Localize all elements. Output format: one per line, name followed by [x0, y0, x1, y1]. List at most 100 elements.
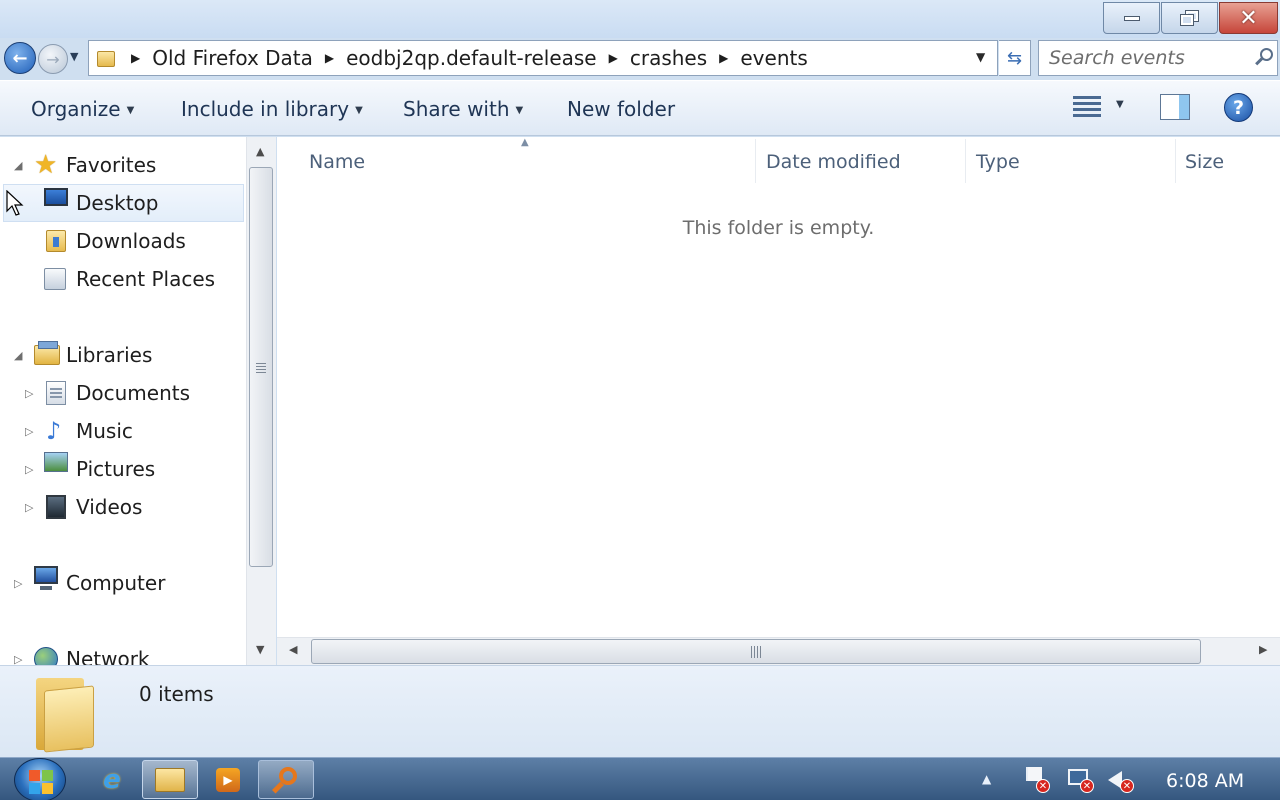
scroll-right-icon[interactable]: ▶ — [1259, 643, 1267, 656]
column-header-name[interactable]: Name — [309, 151, 365, 173]
column-divider[interactable] — [965, 139, 966, 183]
back-arrow-icon: ← — [12, 47, 28, 69]
search-box[interactable] — [1038, 40, 1278, 76]
libraries-icon — [34, 341, 60, 365]
refresh-button[interactable]: ⇆ — [999, 40, 1031, 76]
recent-pages-dropdown[interactable]: ▼ — [70, 50, 78, 63]
nav-item-pictures[interactable]: ▷ Pictures — [0, 450, 246, 488]
scroll-left-icon[interactable]: ◀ — [289, 643, 297, 656]
expand-arrow-icon[interactable]: ▷ — [25, 463, 33, 476]
details-pane: 0 items — [0, 665, 1280, 757]
show-hidden-icons-icon[interactable]: ▲ — [982, 772, 991, 786]
nav-item-network[interactable]: ▷ Network — [0, 640, 246, 665]
refresh-icon: ⇆ — [1006, 47, 1023, 69]
start-button[interactable] — [14, 758, 66, 800]
column-header-type[interactable]: Type — [976, 151, 1020, 173]
nav-label: Videos — [76, 495, 143, 519]
nav-label: Pictures — [76, 457, 156, 481]
chevron-down-icon: ▼ — [355, 105, 363, 116]
column-divider[interactable] — [755, 139, 756, 183]
nav-label: Recent Places — [76, 267, 216, 291]
share-with-label: Share with — [403, 97, 510, 121]
breadcrumb-separator-icon[interactable]: ▶ — [131, 51, 140, 65]
breadcrumb-crashes[interactable]: crashes — [630, 46, 707, 70]
column-header-date-modified[interactable]: Date modified — [766, 151, 901, 173]
search-icon[interactable] — [1255, 48, 1275, 68]
close-button[interactable]: ✕ — [1219, 2, 1278, 34]
item-count: 0 items — [139, 682, 214, 706]
change-view-button[interactable] — [1073, 93, 1101, 119]
include-in-library-label: Include in library — [181, 97, 350, 121]
column-divider[interactable] — [1175, 139, 1176, 183]
nav-item-videos[interactable]: ▷ Videos — [0, 488, 246, 526]
scrollbar-thumb[interactable] — [311, 639, 1201, 664]
expand-arrow-icon[interactable]: ▷ — [25, 387, 33, 400]
share-with-button[interactable]: Share with ▼ — [403, 97, 523, 121]
search-input[interactable] — [1049, 47, 1249, 69]
breadcrumb-separator-icon[interactable]: ▶ — [609, 51, 618, 65]
folder-icon — [95, 47, 119, 69]
expand-arrow-icon[interactable]: ▷ — [25, 501, 33, 514]
taskbar-search-app[interactable] — [258, 760, 314, 799]
scrollbar-thumb[interactable] — [249, 167, 273, 567]
star-icon: ★ — [34, 150, 58, 180]
nav-label: Libraries — [66, 343, 153, 367]
volume-icon[interactable]: ✕ — [1106, 767, 1134, 793]
file-list[interactable]: ▲ Name Date modified Type Size This fold… — [277, 137, 1280, 637]
minimize-icon — [1123, 15, 1140, 21]
breadcrumb-old-firefox-data[interactable]: Old Firefox Data — [152, 46, 313, 70]
nav-item-libraries[interactable]: ◢ Libraries — [0, 336, 246, 374]
preview-pane-button[interactable] — [1160, 94, 1190, 120]
scroll-up-icon[interactable]: ▲ — [256, 145, 264, 158]
minimize-button[interactable] — [1103, 2, 1160, 34]
nav-item-documents[interactable]: ▷ Documents — [0, 374, 246, 412]
expand-arrow-icon[interactable]: ▷ — [14, 653, 22, 666]
chevron-down-icon: ▼ — [126, 105, 135, 116]
restore-button[interactable] — [1161, 2, 1218, 34]
address-dropdown-icon[interactable]: ▼ — [976, 50, 985, 64]
help-button[interactable]: ? — [1224, 93, 1253, 122]
breadcrumb-separator-icon[interactable]: ▶ — [325, 51, 334, 65]
new-folder-button[interactable]: New folder — [567, 97, 675, 121]
include-in-library-button[interactable]: Include in library ▼ — [181, 97, 363, 121]
organize-label: Organize — [31, 97, 121, 121]
taskbar-windows-explorer[interactable] — [142, 760, 198, 799]
nav-item-downloads[interactable]: Downloads — [0, 222, 246, 260]
videos-icon — [46, 495, 66, 519]
navigation-scrollbar[interactable]: ▲ ▼ — [246, 137, 276, 665]
taskbar: e ▶ ▲ ✕ ✕ ✕ 6:08 AM — [0, 757, 1280, 800]
expand-arrow-icon[interactable]: ▷ — [14, 577, 22, 590]
downloads-folder-icon — [46, 230, 66, 252]
organize-button[interactable]: Organize ▼ — [31, 97, 134, 121]
close-icon: ✕ — [1239, 5, 1258, 31]
nav-item-recent-places[interactable]: Recent Places — [0, 260, 246, 298]
help-icon: ? — [1232, 96, 1245, 119]
nav-item-computer[interactable]: ▷ Computer — [0, 564, 246, 602]
back-button[interactable]: ← — [4, 42, 36, 74]
breadcrumb-separator-icon[interactable]: ▶ — [719, 51, 728, 65]
pictures-icon — [44, 452, 68, 472]
taskbar-media-player[interactable]: ▶ — [200, 760, 256, 799]
horizontal-scrollbar[interactable]: ◀ ▶ — [277, 637, 1280, 665]
breadcrumb-profile[interactable]: eodbj2qp.default-release — [346, 46, 596, 70]
new-folder-label: New folder — [567, 97, 676, 121]
forward-button[interactable]: → — [38, 44, 68, 74]
nav-item-music[interactable]: ▷ ♪ Music — [0, 412, 246, 450]
title-bar — [0, 0, 1280, 38]
empty-folder-message: This folder is empty. — [682, 217, 875, 239]
taskbar-internet-explorer[interactable]: e — [84, 760, 140, 799]
collapse-arrow-icon[interactable]: ◢ — [14, 349, 22, 362]
restore-icon — [1179, 10, 1199, 26]
more-options-icon[interactable]: ▼ — [1116, 99, 1124, 110]
expand-arrow-icon[interactable]: ▷ — [25, 425, 33, 438]
clock[interactable]: 6:08 AM — [1166, 770, 1244, 792]
nav-item-desktop[interactable]: Desktop — [3, 184, 244, 222]
column-header-size[interactable]: Size — [1185, 151, 1224, 173]
scroll-down-icon[interactable]: ▼ — [256, 643, 264, 656]
address-bar[interactable]: ▶ Old Firefox Data ▶ eodbj2qp.default-re… — [88, 40, 998, 76]
action-center-icon[interactable]: ✕ — [1022, 767, 1050, 793]
breadcrumb-events[interactable]: events — [740, 46, 807, 70]
nav-item-favorites[interactable]: ◢ ★ Favorites — [0, 146, 246, 184]
network-status-icon[interactable]: ✕ — [1066, 767, 1094, 793]
collapse-arrow-icon[interactable]: ◢ — [14, 159, 22, 172]
